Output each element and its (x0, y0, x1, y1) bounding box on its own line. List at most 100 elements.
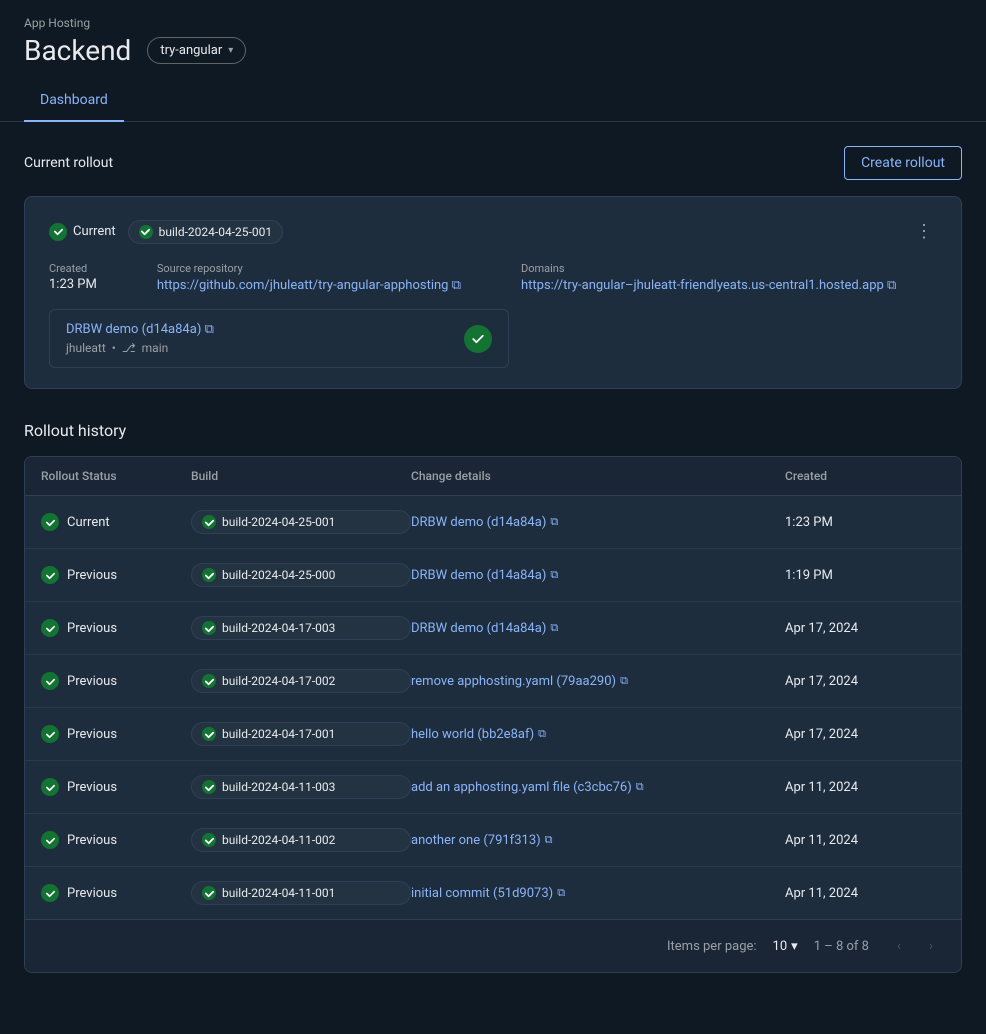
row-change: add an apphosting.yaml file (c3cbc76) ⧉ (411, 780, 785, 795)
row-created: Apr 17, 2024 (785, 674, 945, 689)
author-name: jhuleatt (66, 341, 106, 355)
build-id-text: build-2024-04-25-000 (222, 568, 335, 582)
prev-page-button[interactable]: ‹ (885, 932, 913, 960)
row-status: Previous (41, 672, 191, 690)
external-link-icon: ⧉ (550, 568, 558, 582)
external-link-icon: ⧉ (545, 833, 553, 847)
table-row: Previous build-2024-04-17-003 DRBW demo … (25, 602, 961, 655)
build-status-icon (202, 727, 216, 741)
change-link[interactable]: hello world (bb2e8af) ⧉ (411, 727, 785, 742)
table-row: Previous build-2024-04-17-002 remove app… (25, 655, 961, 708)
external-link-icon: ⧉ (557, 886, 565, 900)
th-build: Build (191, 469, 411, 483)
row-status-text: Previous (67, 780, 117, 795)
row-build: build-2024-04-17-002 (191, 669, 411, 693)
domain-link[interactable]: https://try-angular–jhuleatt-friendlyeat… (521, 278, 896, 293)
row-status: Previous (41, 725, 191, 743)
change-text: remove apphosting.yaml (79aa290) (411, 674, 616, 689)
build-id-current: build-2024-04-25-001 (159, 225, 272, 239)
source-repo-link[interactable]: https://github.com/jhuleatt/try-angular-… (157, 278, 461, 293)
row-build: build-2024-04-25-001 (191, 510, 411, 534)
table-row: Previous build-2024-04-11-002 another on… (25, 814, 961, 867)
status-green-icon (41, 566, 59, 584)
change-link[interactable]: DRBW demo (d14a84a) ⧉ (411, 621, 785, 636)
row-change: remove apphosting.yaml (79aa290) ⧉ (411, 674, 785, 689)
build-green-icon (139, 225, 153, 239)
status-green-icon (41, 619, 59, 637)
row-change: hello world (bb2e8af) ⧉ (411, 727, 785, 742)
row-build: build-2024-04-25-000 (191, 563, 411, 587)
next-page-button[interactable]: › (917, 932, 945, 960)
per-page-select[interactable]: 10 ▾ (773, 939, 798, 954)
table-row: Previous build-2024-04-11-003 add an app… (25, 761, 961, 814)
build-status-icon (202, 780, 216, 794)
external-link-icon: ⧉ (636, 780, 644, 794)
row-change: DRBW demo (d14a84a) ⧉ (411, 568, 785, 583)
build-status-icon (202, 886, 216, 900)
row-created: Apr 11, 2024 (785, 780, 945, 795)
row-change: DRBW demo (d14a84a) ⧉ (411, 621, 785, 636)
external-link-icon: ⧉ (620, 674, 628, 688)
row-created: 1:23 PM (785, 515, 945, 530)
branch-name: try-angular (160, 43, 222, 58)
build-id-text: build-2024-04-17-003 (222, 621, 335, 635)
pagination-range: 1 – 8 of 8 (814, 939, 869, 954)
row-build: build-2024-04-17-003 (191, 616, 411, 640)
create-rollout-button[interactable]: Create rollout (844, 146, 962, 180)
change-link[interactable]: DRBW demo (d14a84a) ⧉ (411, 515, 785, 530)
three-dots-menu[interactable]: ⋮ (911, 217, 937, 246)
branch-selector[interactable]: try-angular ▾ (147, 37, 246, 64)
th-change: Change details (411, 469, 785, 483)
change-link[interactable]: remove apphosting.yaml (79aa290) ⧉ (411, 674, 785, 689)
row-build: build-2024-04-11-002 (191, 828, 411, 852)
current-rollout-title: Current rollout (24, 155, 113, 171)
commit-link[interactable]: DRBW demo (d14a84a) ⧉ (66, 322, 214, 337)
row-build: build-2024-04-11-001 (191, 881, 411, 905)
chevron-down-icon: ▾ (228, 45, 233, 56)
branch-name-commit: main (142, 341, 169, 355)
build-id-text: build-2024-04-25-001 (222, 515, 335, 529)
items-per-page-label: Items per page: (667, 939, 757, 954)
change-link[interactable]: another one (791f313) ⧉ (411, 833, 785, 848)
build-id-text: build-2024-04-11-001 (222, 886, 335, 900)
th-status: Rollout Status (41, 469, 191, 483)
status-green-icon (41, 513, 59, 531)
row-status: Previous (41, 566, 191, 584)
table-row: Previous build-2024-04-17-001 hello worl… (25, 708, 961, 761)
rollout-history-title: Rollout history (24, 421, 962, 440)
row-created: Apr 17, 2024 (785, 621, 945, 636)
row-status-text: Previous (67, 568, 117, 583)
source-repo-label: Source repository (157, 262, 461, 275)
change-link[interactable]: add an apphosting.yaml file (c3cbc76) ⧉ (411, 780, 785, 795)
row-status-text: Previous (67, 727, 117, 742)
change-text: DRBW demo (d14a84a) (411, 568, 546, 583)
status-green-icon (41, 725, 59, 743)
change-text: another one (791f313) (411, 833, 541, 848)
table-header: Rollout Status Build Change details Crea… (25, 457, 961, 496)
build-status-icon (202, 621, 216, 635)
status-green-icon (41, 884, 59, 902)
branch-icon: ⎇ (122, 341, 136, 355)
page-title: Backend (24, 34, 131, 67)
tab-dashboard[interactable]: Dashboard (24, 80, 124, 122)
pagination: Items per page: 10 ▾ 1 – 8 of 8 ‹ › (25, 919, 961, 972)
table-row: Previous build-2024-04-11-001 initial co… (25, 867, 961, 919)
table-row: Current build-2024-04-25-001 DRBW demo (… (25, 496, 961, 549)
green-check-icon (49, 223, 67, 241)
page-header: App Hosting Backend try-angular ▾ Dashbo… (0, 0, 986, 122)
status-green-icon (41, 831, 59, 849)
build-id-text: build-2024-04-17-002 (222, 674, 335, 688)
build-id-text: build-2024-04-11-002 (222, 833, 335, 847)
change-link[interactable]: initial commit (51d9073) ⧉ (411, 886, 785, 901)
change-text: add an apphosting.yaml file (c3cbc76) (411, 780, 632, 795)
row-build: build-2024-04-17-001 (191, 722, 411, 746)
external-link-icon: ⧉ (550, 621, 558, 635)
current-rollout-card: Current build-2024-04-25-001 ⋮ Created 1… (24, 196, 962, 389)
row-status-text: Previous (67, 833, 117, 848)
table-body: Current build-2024-04-25-001 DRBW demo (… (25, 496, 961, 919)
build-id-text: build-2024-04-17-001 (222, 727, 335, 741)
row-build: build-2024-04-11-003 (191, 775, 411, 799)
row-created: Apr 17, 2024 (785, 727, 945, 742)
change-link[interactable]: DRBW demo (d14a84a) ⧉ (411, 568, 785, 583)
external-link-icon: ⧉ (538, 727, 546, 741)
